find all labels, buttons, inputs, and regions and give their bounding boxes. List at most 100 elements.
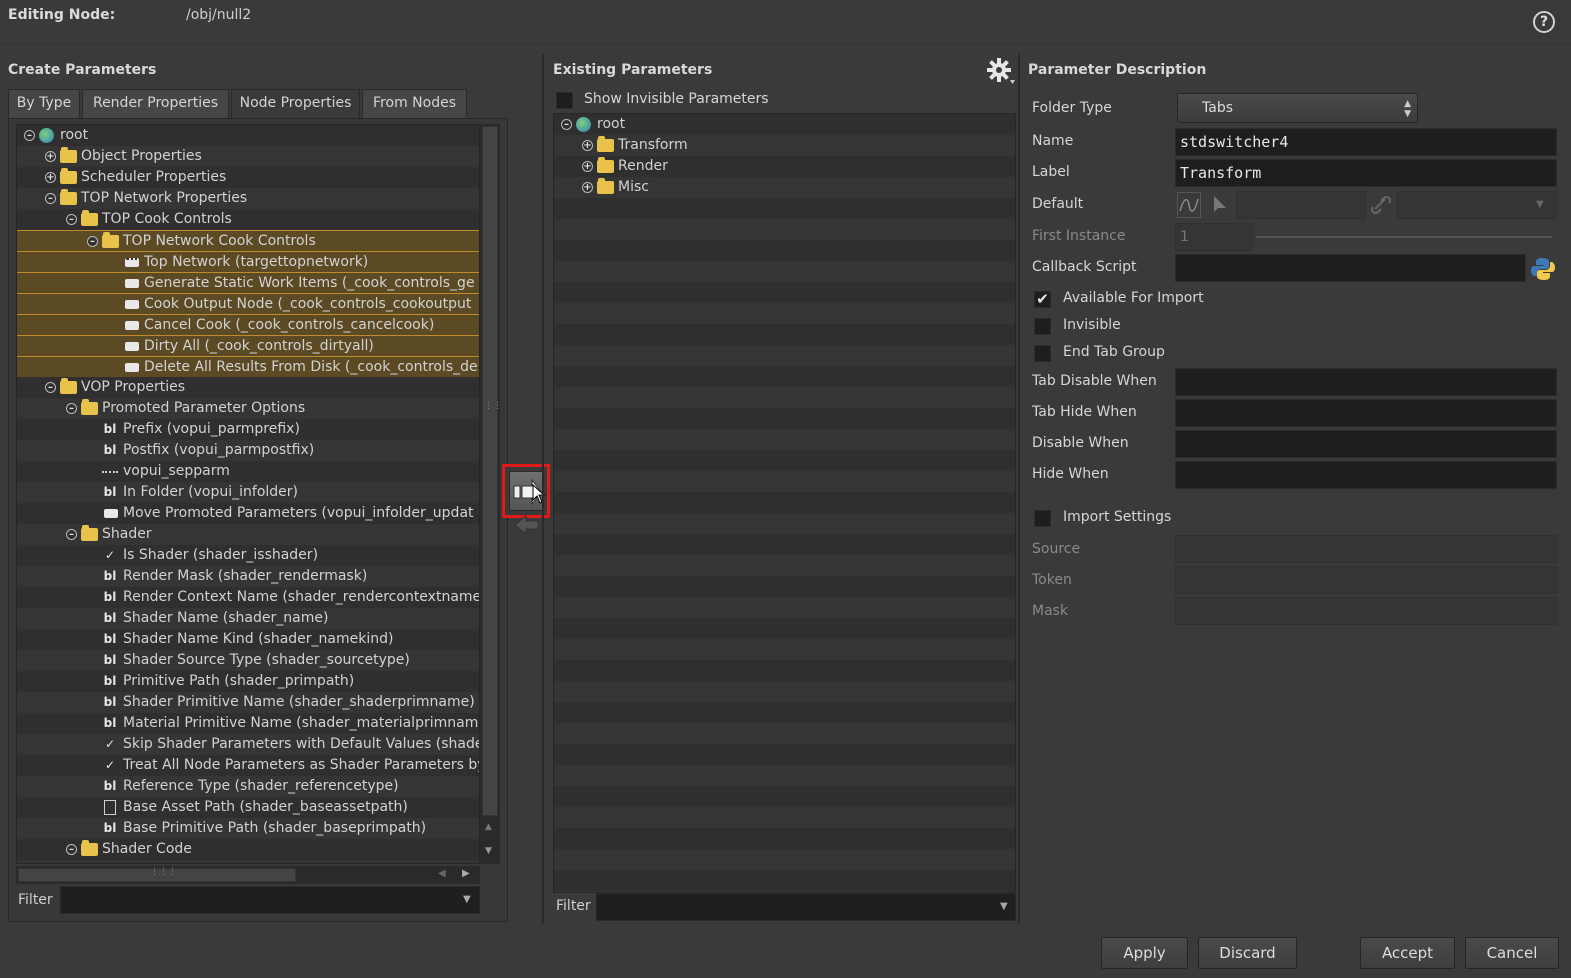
tree-row[interactable]: Base Asset Path (shader_baseassetpath): [17, 797, 479, 818]
cancel-button[interactable]: Cancel: [1465, 937, 1559, 969]
tree-row[interactable]: bl In Folder (vopui_infolder): [17, 482, 479, 503]
tree-row[interactable]: bl Primitive Path (shader_primpath): [17, 671, 479, 692]
apply-button[interactable]: Apply: [1101, 937, 1188, 969]
tree-row[interactable]: bl Render Context Name (shader_rendercont…: [17, 587, 479, 608]
tree-row[interactable]: Generate Static Work Items (_cook_contro…: [17, 272, 479, 293]
tab-node-properties[interactable]: Node Properties: [231, 89, 360, 118]
tree-row[interactable]: + Render: [554, 156, 1015, 177]
tree-row[interactable]: ✓ Is Shader (shader_isshader): [17, 545, 479, 566]
link-icon[interactable]: [1370, 195, 1392, 215]
show-invisible-checkbox[interactable]: [556, 92, 573, 109]
tree-row[interactable]: bl Render Mask (shader_rendermask): [17, 566, 479, 587]
disable-when-field[interactable]: [1175, 430, 1557, 458]
tab-hide-when-field[interactable]: [1175, 399, 1557, 427]
create-filter-input[interactable]: [60, 886, 480, 914]
scroll-right-icon[interactable]: ▶: [462, 868, 470, 879]
source-field[interactable]: [1175, 535, 1557, 563]
expand-icon[interactable]: +: [582, 182, 593, 193]
discard-button[interactable]: Discard: [1198, 937, 1297, 969]
scroll-left-icon[interactable]: ◀: [438, 868, 446, 879]
right-splitter[interactable]: [1018, 54, 1020, 924]
tree-row[interactable]: bl Postfix (vopui_parmpostfix): [17, 440, 479, 461]
tree-row[interactable]: – TOP Network Cook Controls: [17, 230, 479, 251]
tree-row[interactable]: Dirty All (_cook_controls_dirtyall): [17, 335, 479, 356]
create-tree-vscrollbar[interactable]: ⋮⋮ ▲ ▼: [480, 124, 502, 864]
expand-icon[interactable]: +: [582, 161, 593, 172]
tree-row[interactable]: Delete All Results From Disk (_cook_cont…: [17, 356, 479, 377]
tree-row[interactable]: Cook Output Node (_cook_controls_cookout…: [17, 293, 479, 314]
import-settings-checkbox[interactable]: [1034, 510, 1051, 527]
name-field[interactable]: stdswitcher4: [1175, 128, 1557, 156]
end-tab-group-checkbox[interactable]: [1034, 345, 1051, 362]
label-field[interactable]: Transform: [1175, 159, 1557, 187]
left-splitter[interactable]: [542, 54, 544, 924]
tree-row[interactable]: + Scheduler Properties: [17, 167, 479, 188]
tree-row[interactable]: – root: [554, 114, 1015, 135]
create-tree-hscrollbar[interactable]: ⋮⋮⋮ ◀ ▶: [16, 866, 480, 884]
gear-icon[interactable]: [986, 56, 1016, 86]
first-instance-field[interactable]: 1: [1175, 223, 1253, 251]
animation-curve-icon[interactable]: [1177, 192, 1201, 218]
tree-row[interactable]: Move Promoted Parameters (vopui_infolder…: [17, 503, 479, 524]
help-icon[interactable]: ?: [1533, 11, 1555, 33]
mask-field[interactable]: [1175, 597, 1557, 625]
python-icon[interactable]: [1530, 256, 1556, 282]
tree-row[interactable]: – Promoted Parameter Options: [17, 398, 479, 419]
tree-row[interactable]: bl Shader Primitive Name (shader_shaderpr…: [17, 692, 479, 713]
tree-row[interactable]: ✓ Skip Shader Parameters with Default Val…: [17, 734, 479, 755]
tree-row[interactable]: – Shader Code: [17, 839, 479, 860]
hide-when-field[interactable]: [1175, 461, 1557, 489]
arrow-left-icon[interactable]: [512, 515, 540, 535]
tree-row[interactable]: + Misc: [554, 177, 1015, 198]
tab-from-nodes[interactable]: From Nodes: [362, 89, 467, 118]
collapse-icon[interactable]: –: [561, 119, 572, 130]
create-parameters-tree[interactable]: – root + Object Properties + Scheduler Proper…: [16, 124, 480, 864]
create-filter-dropdown-icon[interactable]: ▼: [463, 894, 471, 905]
tab-render-properties[interactable]: Render Properties: [82, 89, 229, 118]
token-field[interactable]: [1175, 566, 1557, 594]
expand-icon[interactable]: +: [45, 172, 56, 183]
callback-script-field[interactable]: [1175, 254, 1526, 282]
pointer-icon[interactable]: [1212, 195, 1228, 215]
collapse-icon[interactable]: –: [66, 214, 77, 225]
tree-row[interactable]: bl Prefix (vopui_parmprefix): [17, 419, 479, 440]
tree-row[interactable]: – root: [17, 125, 479, 146]
tree-row[interactable]: – Shader: [17, 524, 479, 545]
scroll-up-icon[interactable]: ▲: [485, 822, 492, 832]
tree-row[interactable]: – TOP Network Properties: [17, 188, 479, 209]
tree-row[interactable]: Cancel Cook (_cook_controls_cancelcook): [17, 314, 479, 335]
scroll-down-icon[interactable]: ▼: [485, 846, 492, 856]
expand-icon[interactable]: +: [45, 151, 56, 162]
default-dropdown-icon[interactable]: ▼: [1536, 199, 1544, 210]
accept-button[interactable]: Accept: [1360, 937, 1455, 969]
tree-row[interactable]: bl Reference Type (shader_referencetype): [17, 776, 479, 797]
first-instance-slider[interactable]: [1256, 236, 1552, 238]
tab-by-type[interactable]: By Type: [8, 89, 80, 118]
expand-icon[interactable]: +: [582, 140, 593, 151]
collapse-icon[interactable]: –: [45, 382, 56, 393]
folder-type-select[interactable]: Tabs ▲ ▼: [1177, 93, 1418, 123]
tree-row[interactable]: ✓ Treat All Node Parameters as Shader Par…: [17, 755, 479, 776]
tree-row[interactable]: Top Network (targettopnetwork): [17, 251, 479, 272]
tree-row[interactable]: – TOP Cook Controls: [17, 209, 479, 230]
existing-filter-dropdown-icon[interactable]: ▼: [1000, 901, 1008, 912]
collapse-icon[interactable]: –: [66, 529, 77, 540]
tree-row[interactable]: bl Shader Name (shader_name): [17, 608, 479, 629]
invisible-checkbox[interactable]: [1034, 318, 1051, 335]
collapse-icon[interactable]: –: [66, 844, 77, 855]
collapse-icon[interactable]: –: [45, 193, 56, 204]
tab-disable-when-field[interactable]: [1175, 368, 1557, 396]
default-value-field[interactable]: [1236, 191, 1366, 219]
collapse-icon[interactable]: –: [87, 236, 98, 247]
tree-row[interactable]: bl Shader Source Type (shader_sourcetype): [17, 650, 479, 671]
create-tree-vscroll-thumb[interactable]: [482, 126, 498, 816]
tree-row[interactable]: + Transform: [554, 135, 1015, 156]
tree-row[interactable]: bl Shader Name Kind (shader_namekind): [17, 629, 479, 650]
tree-row[interactable]: + Object Properties: [17, 146, 479, 167]
tree-row[interactable]: bl Material Primitive Name (shader_materi…: [17, 713, 479, 734]
tree-row[interactable]: vopui_sepparm: [17, 461, 479, 482]
collapse-icon[interactable]: –: [66, 403, 77, 414]
tree-row[interactable]: bl Base Primitive Path (shader_baseprimpa…: [17, 818, 479, 839]
existing-filter-input[interactable]: [596, 893, 1016, 921]
tree-row[interactable]: – VOP Properties: [17, 377, 479, 398]
